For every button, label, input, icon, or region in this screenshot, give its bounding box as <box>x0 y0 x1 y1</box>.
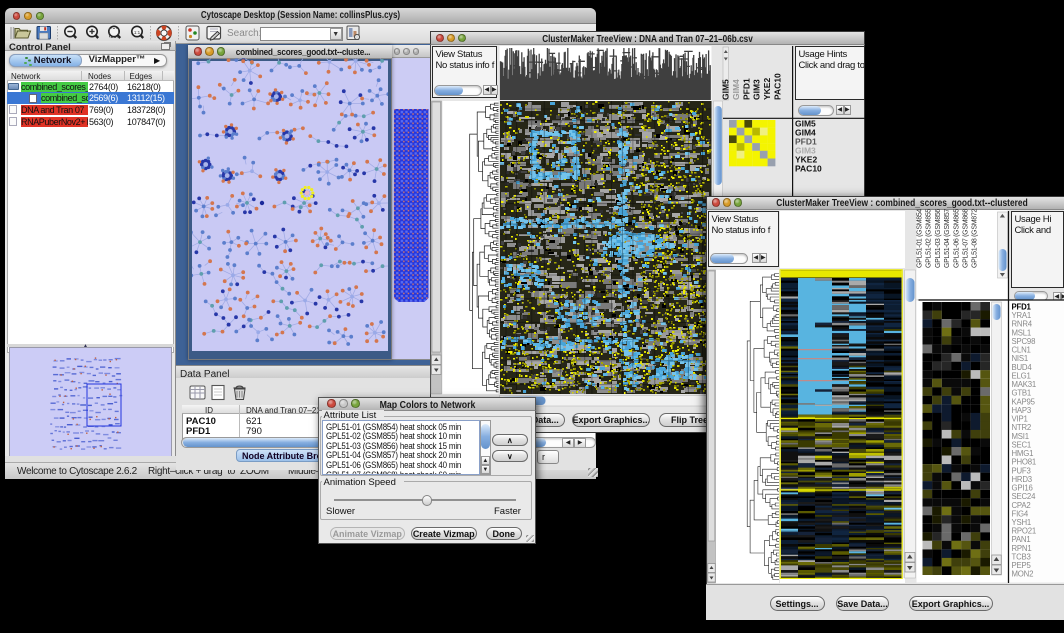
svg-text:PAC10: PAC10 <box>795 164 822 174</box>
svg-text:GPL51-01 (GSM854): GPL51-01 (GSM854) <box>917 209 924 268</box>
svg-text:GPL51-07 (GSM868): GPL51-07 (GSM868) <box>963 209 970 268</box>
svg-text:MON2: MON2 <box>1012 570 1034 579</box>
svg-text:BUD4: BUD4 <box>1012 363 1033 372</box>
svg-text:GIM5: GIM5 <box>721 79 731 100</box>
svg-text:PAC10: PAC10 <box>773 73 783 100</box>
svg-text:GIM3: GIM3 <box>752 79 762 100</box>
svg-text:GPL51-02 (GSM855): GPL51-02 (GSM855) <box>926 209 933 268</box>
svg-text:PFD1: PFD1 <box>741 78 751 100</box>
svg-text:GPL51-08 (GSM872): GPL51-08 (GSM872) <box>972 209 979 268</box>
svg-text:RNR4: RNR4 <box>1012 320 1033 329</box>
svg-text:GPL51-03 (GSM856): GPL51-03 (GSM856) <box>935 209 942 268</box>
svg-text:PAN1: PAN1 <box>1012 535 1031 544</box>
svg-text:HAP3: HAP3 <box>1012 406 1032 415</box>
svg-text:SEC24: SEC24 <box>1012 492 1037 501</box>
svg-text:GPL51-06 (GSM865): GPL51-06 (GSM865) <box>953 209 960 268</box>
svg-text:1:1: 1:1 <box>134 30 141 35</box>
svg-text:GIM4: GIM4 <box>731 79 741 100</box>
svg-text:GPL51-04 (GSM857): GPL51-04 (GSM857) <box>944 209 951 268</box>
svg-text:HMG1: HMG1 <box>1012 449 1034 458</box>
svg-text:YKE2: YKE2 <box>762 78 772 100</box>
